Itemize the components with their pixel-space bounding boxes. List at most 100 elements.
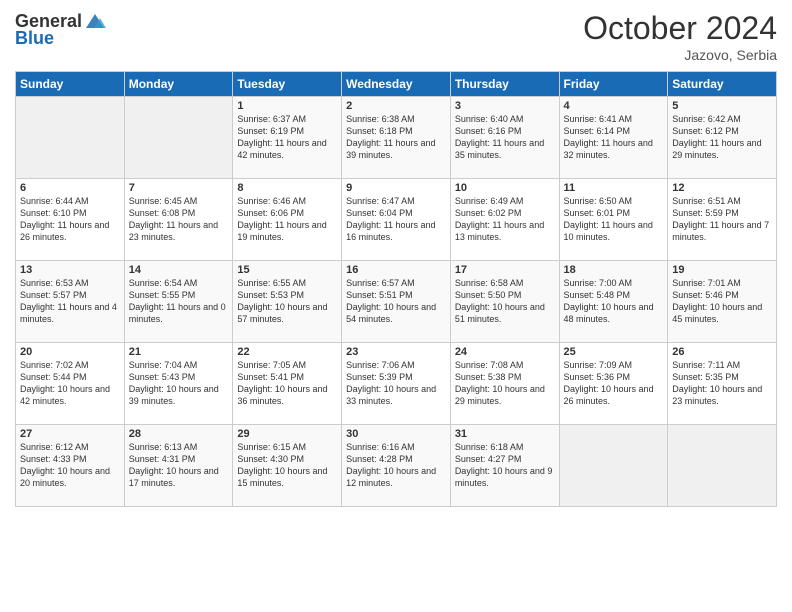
calendar-cell: 21Sunrise: 7:04 AM Sunset: 5:43 PM Dayli… (124, 343, 233, 425)
day-number: 30 (346, 428, 446, 440)
day-number: 18 (564, 264, 664, 276)
day-number: 22 (237, 346, 337, 358)
day-info: Sunrise: 7:06 AM Sunset: 5:39 PM Dayligh… (346, 359, 446, 408)
calendar-cell: 27Sunrise: 6:12 AM Sunset: 4:33 PM Dayli… (16, 425, 125, 507)
calendar-cell (124, 97, 233, 179)
day-info: Sunrise: 6:42 AM Sunset: 6:12 PM Dayligh… (672, 113, 772, 162)
location-subtitle: Jazovo, Serbia (583, 47, 777, 63)
calendar-cell: 26Sunrise: 7:11 AM Sunset: 5:35 PM Dayli… (668, 343, 777, 425)
header-row: SundayMondayTuesdayWednesdayThursdayFrid… (16, 72, 777, 97)
calendar-cell: 15Sunrise: 6:55 AM Sunset: 5:53 PM Dayli… (233, 261, 342, 343)
day-number: 11 (564, 182, 664, 194)
col-header-monday: Monday (124, 72, 233, 97)
calendar-cell: 3Sunrise: 6:40 AM Sunset: 6:16 PM Daylig… (450, 97, 559, 179)
calendar-cell: 9Sunrise: 6:47 AM Sunset: 6:04 PM Daylig… (342, 179, 451, 261)
calendar-cell: 31Sunrise: 6:18 AM Sunset: 4:27 PM Dayli… (450, 425, 559, 507)
day-info: Sunrise: 7:11 AM Sunset: 5:35 PM Dayligh… (672, 359, 772, 408)
calendar-cell: 5Sunrise: 6:42 AM Sunset: 6:12 PM Daylig… (668, 97, 777, 179)
calendar-cell: 19Sunrise: 7:01 AM Sunset: 5:46 PM Dayli… (668, 261, 777, 343)
day-info: Sunrise: 6:37 AM Sunset: 6:19 PM Dayligh… (237, 113, 337, 162)
calendar-cell: 25Sunrise: 7:09 AM Sunset: 5:36 PM Dayli… (559, 343, 668, 425)
calendar-table: SundayMondayTuesdayWednesdayThursdayFrid… (15, 71, 777, 507)
calendar-cell: 11Sunrise: 6:50 AM Sunset: 6:01 PM Dayli… (559, 179, 668, 261)
calendar-cell: 29Sunrise: 6:15 AM Sunset: 4:30 PM Dayli… (233, 425, 342, 507)
calendar-cell: 30Sunrise: 6:16 AM Sunset: 4:28 PM Dayli… (342, 425, 451, 507)
calendar-cell: 16Sunrise: 6:57 AM Sunset: 5:51 PM Dayli… (342, 261, 451, 343)
day-number: 24 (455, 346, 555, 358)
day-info: Sunrise: 7:09 AM Sunset: 5:36 PM Dayligh… (564, 359, 664, 408)
calendar-cell: 7Sunrise: 6:45 AM Sunset: 6:08 PM Daylig… (124, 179, 233, 261)
day-info: Sunrise: 6:49 AM Sunset: 6:02 PM Dayligh… (455, 195, 555, 244)
day-info: Sunrise: 6:16 AM Sunset: 4:28 PM Dayligh… (346, 441, 446, 490)
day-number: 17 (455, 264, 555, 276)
calendar-cell: 10Sunrise: 6:49 AM Sunset: 6:02 PM Dayli… (450, 179, 559, 261)
day-number: 10 (455, 182, 555, 194)
day-info: Sunrise: 6:54 AM Sunset: 5:55 PM Dayligh… (129, 277, 229, 326)
logo-blue: Blue (15, 28, 54, 49)
day-info: Sunrise: 6:55 AM Sunset: 5:53 PM Dayligh… (237, 277, 337, 326)
day-number: 6 (20, 182, 120, 194)
calendar-cell (16, 97, 125, 179)
day-info: Sunrise: 7:00 AM Sunset: 5:48 PM Dayligh… (564, 277, 664, 326)
calendar-cell: 6Sunrise: 6:44 AM Sunset: 6:10 PM Daylig… (16, 179, 125, 261)
col-header-sunday: Sunday (16, 72, 125, 97)
day-info: Sunrise: 6:12 AM Sunset: 4:33 PM Dayligh… (20, 441, 120, 490)
day-info: Sunrise: 7:01 AM Sunset: 5:46 PM Dayligh… (672, 277, 772, 326)
day-info: Sunrise: 7:04 AM Sunset: 5:43 PM Dayligh… (129, 359, 229, 408)
day-info: Sunrise: 6:38 AM Sunset: 6:18 PM Dayligh… (346, 113, 446, 162)
day-number: 14 (129, 264, 229, 276)
week-row-5: 27Sunrise: 6:12 AM Sunset: 4:33 PM Dayli… (16, 425, 777, 507)
day-info: Sunrise: 6:57 AM Sunset: 5:51 PM Dayligh… (346, 277, 446, 326)
day-number: 27 (20, 428, 120, 440)
calendar-cell: 20Sunrise: 7:02 AM Sunset: 5:44 PM Dayli… (16, 343, 125, 425)
calendar-cell: 13Sunrise: 6:53 AM Sunset: 5:57 PM Dayli… (16, 261, 125, 343)
day-number: 2 (346, 100, 446, 112)
calendar-cell: 22Sunrise: 7:05 AM Sunset: 5:41 PM Dayli… (233, 343, 342, 425)
day-info: Sunrise: 6:13 AM Sunset: 4:31 PM Dayligh… (129, 441, 229, 490)
calendar-cell: 14Sunrise: 6:54 AM Sunset: 5:55 PM Dayli… (124, 261, 233, 343)
calendar-cell: 4Sunrise: 6:41 AM Sunset: 6:14 PM Daylig… (559, 97, 668, 179)
calendar-cell: 23Sunrise: 7:06 AM Sunset: 5:39 PM Dayli… (342, 343, 451, 425)
day-number: 16 (346, 264, 446, 276)
day-info: Sunrise: 6:47 AM Sunset: 6:04 PM Dayligh… (346, 195, 446, 244)
col-header-tuesday: Tuesday (233, 72, 342, 97)
day-number: 21 (129, 346, 229, 358)
day-number: 12 (672, 182, 772, 194)
day-info: Sunrise: 6:44 AM Sunset: 6:10 PM Dayligh… (20, 195, 120, 244)
calendar-cell: 1Sunrise: 6:37 AM Sunset: 6:19 PM Daylig… (233, 97, 342, 179)
day-number: 15 (237, 264, 337, 276)
calendar-cell: 12Sunrise: 6:51 AM Sunset: 5:59 PM Dayli… (668, 179, 777, 261)
calendar-cell: 28Sunrise: 6:13 AM Sunset: 4:31 PM Dayli… (124, 425, 233, 507)
calendar-cell: 2Sunrise: 6:38 AM Sunset: 6:18 PM Daylig… (342, 97, 451, 179)
header: General Blue October 2024 Jazovo, Serbia (15, 10, 777, 63)
day-info: Sunrise: 6:45 AM Sunset: 6:08 PM Dayligh… (129, 195, 229, 244)
calendar-cell: 17Sunrise: 6:58 AM Sunset: 5:50 PM Dayli… (450, 261, 559, 343)
calendar-cell: 8Sunrise: 6:46 AM Sunset: 6:06 PM Daylig… (233, 179, 342, 261)
day-info: Sunrise: 6:46 AM Sunset: 6:06 PM Dayligh… (237, 195, 337, 244)
week-row-4: 20Sunrise: 7:02 AM Sunset: 5:44 PM Dayli… (16, 343, 777, 425)
logo-icon (84, 10, 106, 32)
day-number: 28 (129, 428, 229, 440)
day-number: 23 (346, 346, 446, 358)
day-number: 5 (672, 100, 772, 112)
title-block: October 2024 Jazovo, Serbia (583, 10, 777, 63)
week-row-1: 1Sunrise: 6:37 AM Sunset: 6:19 PM Daylig… (16, 97, 777, 179)
day-number: 3 (455, 100, 555, 112)
day-number: 31 (455, 428, 555, 440)
day-info: Sunrise: 6:53 AM Sunset: 5:57 PM Dayligh… (20, 277, 120, 326)
day-number: 4 (564, 100, 664, 112)
day-info: Sunrise: 7:02 AM Sunset: 5:44 PM Dayligh… (20, 359, 120, 408)
day-number: 7 (129, 182, 229, 194)
day-number: 26 (672, 346, 772, 358)
day-number: 8 (237, 182, 337, 194)
day-info: Sunrise: 6:40 AM Sunset: 6:16 PM Dayligh… (455, 113, 555, 162)
day-info: Sunrise: 6:15 AM Sunset: 4:30 PM Dayligh… (237, 441, 337, 490)
day-info: Sunrise: 6:50 AM Sunset: 6:01 PM Dayligh… (564, 195, 664, 244)
col-header-wednesday: Wednesday (342, 72, 451, 97)
col-header-thursday: Thursday (450, 72, 559, 97)
week-row-2: 6Sunrise: 6:44 AM Sunset: 6:10 PM Daylig… (16, 179, 777, 261)
day-number: 20 (20, 346, 120, 358)
day-number: 13 (20, 264, 120, 276)
col-header-friday: Friday (559, 72, 668, 97)
day-info: Sunrise: 7:08 AM Sunset: 5:38 PM Dayligh… (455, 359, 555, 408)
